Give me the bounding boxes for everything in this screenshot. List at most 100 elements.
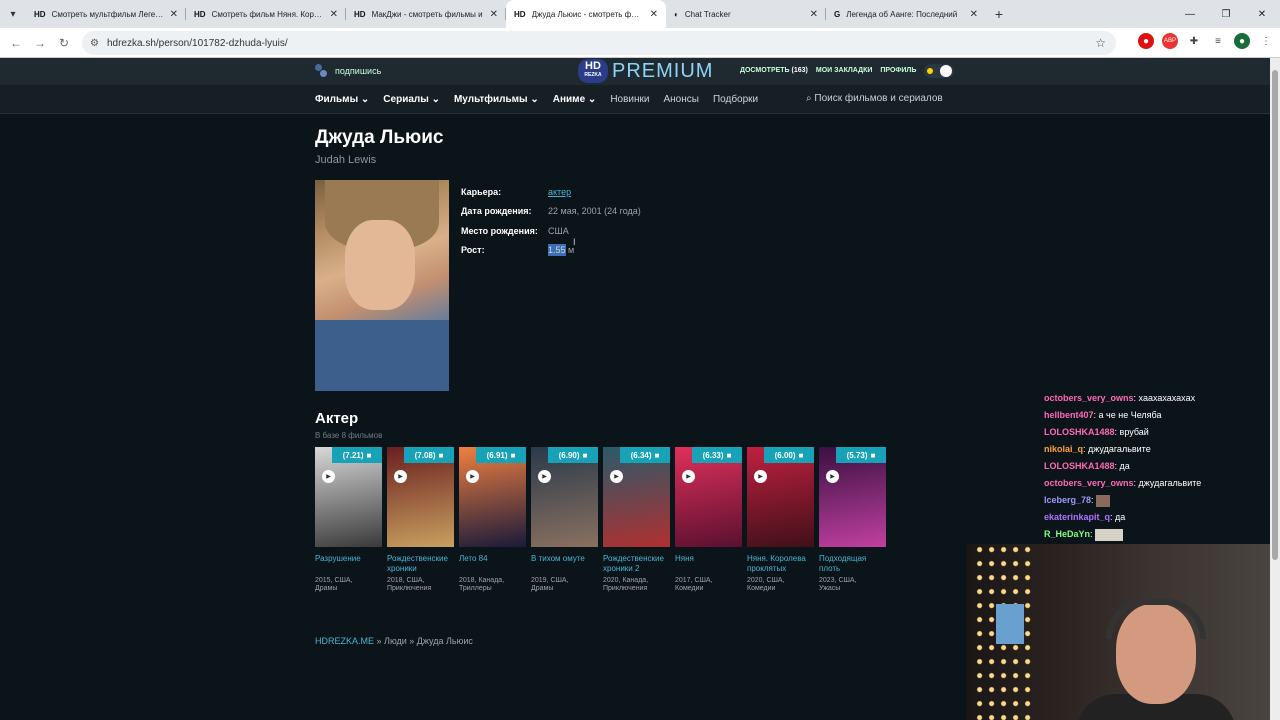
film-card[interactable]: (7.21) ■ ▶ Разрушение 2015, США, Драмы (315, 447, 382, 593)
tab-favicon-icon: HD (194, 9, 206, 19)
browser-tab[interactable]: G Легенда об Аанге: Последний ✕ (826, 0, 986, 28)
film-card[interactable]: (6.91) ■ ▶ Лето 84 2018, Канада, Триллеры (459, 447, 526, 593)
menu-item-0[interactable]: Фильмы ⌄ (315, 94, 369, 105)
reading-list-icon[interactable]: ≡ (1210, 33, 1226, 49)
chat-message: octobers_very_owns: джудагальвите (1044, 475, 1201, 492)
theme-toggle[interactable] (924, 64, 954, 78)
film-poster[interactable]: (6.34) ■ ▶ (603, 447, 670, 547)
film-title[interactable]: Рождественские хроники 2 (603, 554, 670, 574)
play-icon[interactable]: ▶ (538, 470, 551, 483)
bookmarks-link[interactable]: МОИ ЗАКЛАДКИ (816, 67, 872, 74)
browser-tab[interactable]: ◐ Chat Tracker ✕ (666, 0, 826, 28)
browser-menu-icon[interactable]: ⋮ (1258, 33, 1274, 49)
info-row: Рост: 1.55 м (461, 241, 641, 261)
play-icon[interactable]: ▶ (610, 470, 623, 483)
tab-close-icon[interactable]: ✕ (490, 9, 498, 20)
tab-close-icon[interactable]: ✕ (810, 9, 818, 20)
menu-item-label: Новинки (610, 94, 650, 105)
breadcrumb-people[interactable]: Люди (384, 636, 407, 646)
film-title[interactable]: Няня (675, 554, 742, 574)
browser-tab[interactable]: HD Смотреть мультфильм Легенд ✕ (26, 0, 186, 28)
tab-close-icon[interactable]: ✕ (970, 9, 978, 20)
search-box[interactable]: ⌕ Поиск фильмов и сериалов (806, 93, 943, 104)
menu-item-4[interactable]: Новинки (610, 94, 649, 105)
play-icon[interactable]: ▶ (826, 470, 839, 483)
tab-close-icon[interactable]: ✕ (650, 9, 658, 20)
film-title[interactable]: Лето 84 (459, 554, 526, 574)
breadcrumb-home[interactable]: HDREZKA.ME (315, 636, 374, 646)
browser-tab[interactable]: HD МакДжи - смотреть фильмы и ✕ (346, 0, 506, 28)
section-title: Актер (315, 410, 359, 427)
camera-icon: ■ (438, 450, 444, 460)
tab-close-icon[interactable]: ✕ (330, 9, 338, 20)
logo-premium-text: PREMIUM (612, 59, 714, 82)
film-title[interactable]: Разрушение (315, 554, 382, 574)
film-meta: 2018, Канада, Триллеры (459, 577, 526, 593)
film-title[interactable]: В тихом омуте (531, 554, 598, 574)
menu-item-3[interactable]: Аниме ⌄ (553, 94, 597, 105)
menu-item-5[interactable]: Анонсы (663, 94, 698, 105)
search-placeholder: Поиск фильмов и сериалов (814, 93, 943, 104)
film-card[interactable]: (7.08) ■ ▶ Рождественские хроники 2018, США,… (387, 447, 454, 593)
menu-item-1[interactable]: Сериалы ⌄ (383, 94, 440, 105)
site-info-icon[interactable]: ⚙ (90, 38, 99, 49)
play-icon[interactable]: ▶ (682, 470, 695, 483)
info-value[interactable]: актер (548, 187, 571, 197)
film-card[interactable]: (5.73) ■ ▶ Подходящая плоть 2023, США, Ужасы (819, 447, 886, 593)
watch-later-link[interactable]: ДОСМОТРЕТЬ (163) (740, 67, 808, 74)
minimize-icon[interactable]: — (1172, 0, 1208, 28)
film-title[interactable]: Няня. Королева проклятых (747, 554, 814, 574)
subscribe-link[interactable]: подпишись (315, 64, 381, 78)
tab-list-chevron-icon[interactable]: ▾ (0, 0, 26, 28)
new-tab-button[interactable]: + (986, 6, 1012, 22)
scrollbar-thumb[interactable] (1272, 70, 1278, 560)
webcam-overlay (966, 544, 1270, 720)
menu-item-6[interactable]: Подборки (713, 94, 758, 105)
profile-avatar-icon[interactable]: ● (1234, 33, 1250, 49)
film-poster[interactable]: (6.00) ■ ▶ (747, 447, 814, 547)
film-card[interactable]: (6.34) ■ ▶ Рождественские хроники 2 2020, Ка… (603, 447, 670, 593)
adblock-extension-icon[interactable]: ● (1138, 33, 1154, 49)
play-icon[interactable]: ▶ (322, 470, 335, 483)
chat-text: : джудагальвите (1133, 478, 1202, 488)
profile-link[interactable]: ПРОФИЛЬ (880, 67, 916, 74)
site-logo[interactable]: HD REZKA PREMIUM (578, 59, 713, 83)
menu-item-label: Аниме (552, 94, 586, 105)
film-poster[interactable]: (6.91) ■ ▶ (459, 447, 526, 547)
close-window-icon[interactable]: ✕ (1244, 0, 1280, 28)
info-row: Карьера: актер (461, 182, 641, 202)
address-bar[interactable]: ⚙ hdrezka.sh/person/101782-dzhuda-lyuis/… (82, 31, 1116, 55)
tab-close-icon[interactable]: ✕ (170, 9, 178, 20)
film-poster[interactable]: (7.08) ■ ▶ (387, 447, 454, 547)
browser-tab[interactable]: HD Смотреть фильм Няня. Короле ✕ (186, 0, 346, 28)
film-poster[interactable]: (6.90) ■ ▶ (531, 447, 598, 547)
play-icon[interactable]: ▶ (394, 470, 407, 483)
section-subtitle: В базе 8 фильмов (315, 431, 383, 440)
reload-icon[interactable]: ↻ (52, 36, 76, 50)
film-title[interactable]: Рождественские хроники (387, 554, 454, 574)
extensions-puzzle-icon[interactable]: ✚ (1186, 33, 1202, 49)
page-scrollbar[interactable] (1270, 58, 1280, 720)
abp-extension-icon[interactable]: ABP (1162, 33, 1178, 49)
menu-item-2[interactable]: Мультфильмы ⌄ (454, 94, 539, 105)
play-icon[interactable]: ▶ (466, 470, 479, 483)
info-value-text: 1.55 (548, 244, 566, 257)
chevron-down-icon: ⌄ (428, 94, 440, 105)
tab-title: Chat Tracker (684, 9, 731, 19)
sun-icon (927, 68, 933, 74)
back-icon[interactable]: ← (4, 36, 28, 50)
film-title[interactable]: Подходящая плоть (819, 554, 886, 574)
film-poster[interactable]: (5.73) ■ ▶ (819, 447, 886, 547)
browser-tab[interactable]: HD Джуда Льюис - смотреть филь ✕ (506, 0, 666, 28)
film-card[interactable]: (6.33) ■ ▶ Няня 2017, США, Комедии (675, 447, 742, 593)
chat-username: octobers_very_owns (1044, 393, 1134, 403)
film-card[interactable]: (6.90) ■ ▶ В тихом омуте 2019, США, Драмы (531, 447, 598, 593)
play-icon[interactable]: ▶ (754, 470, 767, 483)
film-poster[interactable]: (6.33) ■ ▶ (675, 447, 742, 547)
film-poster[interactable]: (7.21) ■ ▶ (315, 447, 382, 547)
bookmark-star-icon[interactable]: ☆ (1095, 36, 1106, 50)
maximize-icon[interactable]: ❐ (1208, 0, 1244, 28)
film-card[interactable]: (6.00) ■ ▶ Няня. Королева проклятых 2020, СШ… (747, 447, 814, 593)
chevron-down-icon: ⌄ (527, 94, 539, 105)
forward-icon[interactable]: → (28, 36, 52, 50)
